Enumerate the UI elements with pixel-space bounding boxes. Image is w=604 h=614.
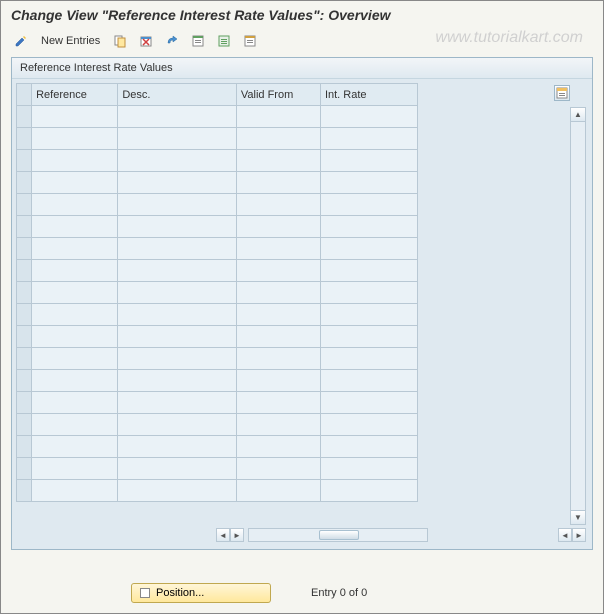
table-panel: Reference Interest Rate Values Reference… [11,57,593,550]
table-row[interactable] [17,436,418,458]
hscroll-track[interactable] [248,528,428,542]
table-row[interactable] [17,458,418,480]
table-row[interactable] [17,326,418,348]
table-row[interactable] [17,128,418,150]
scroll-right-icon[interactable]: ► [230,528,244,542]
page-title: Change View "Reference Interest Rate Val… [1,1,603,27]
undo-change-icon[interactable] [162,31,182,51]
select-all-icon[interactable] [188,31,208,51]
panel-title: Reference Interest Rate Values [12,58,592,79]
scroll-left-icon[interactable]: ◄ [216,528,230,542]
scroll-right2-icon[interactable]: ► [572,528,586,542]
table-row[interactable] [17,238,418,260]
table-row[interactable] [17,282,418,304]
watermark-text: www.tutorialkart.com [435,29,583,47]
table-row[interactable] [17,260,418,282]
select-block-icon[interactable] [214,31,234,51]
table-row[interactable] [17,194,418,216]
scroll-down-icon[interactable]: ▼ [571,510,585,524]
position-icon [140,588,150,598]
col-int-rate[interactable]: Int. Rate [320,84,417,106]
new-entries-button[interactable]: New Entries [37,35,104,47]
toggle-display-change-icon[interactable] [11,31,31,51]
toolbar: New Entries www.tutorialkart.com [1,27,603,57]
table-row[interactable] [17,106,418,128]
data-table: Reference Desc. Valid From Int. Rate [16,83,418,502]
entry-status: Entry 0 of 0 [311,587,367,599]
deselect-all-icon[interactable] [240,31,260,51]
grid-area: Reference Desc. Valid From Int. Rate [12,79,592,549]
corner-cell [17,84,32,106]
col-description[interactable]: Desc. [118,84,237,106]
table-row[interactable] [17,480,418,502]
col-reference[interactable]: Reference [32,84,118,106]
col-valid-from[interactable]: Valid From [236,84,320,106]
table-row[interactable] [17,392,418,414]
hscroll-thumb[interactable] [319,530,359,540]
copy-as-icon[interactable] [110,31,130,51]
table-settings-icon[interactable] [554,85,570,101]
vertical-scrollbar[interactable]: ▲ ▼ [570,107,586,525]
app-window: Change View "Reference Interest Rate Val… [0,0,604,614]
table-row[interactable] [17,370,418,392]
table-row[interactable] [17,150,418,172]
horizontal-scroll-area: ◄ ► ◄ ► [16,527,586,543]
table-row[interactable] [17,348,418,370]
table-row[interactable] [17,414,418,436]
table-row[interactable] [17,304,418,326]
table-row[interactable] [17,172,418,194]
delete-icon[interactable] [136,31,156,51]
scroll-up-icon[interactable]: ▲ [571,108,585,122]
footer-bar: Position... Entry 0 of 0 [1,583,603,603]
table-row[interactable] [17,216,418,238]
scroll-left2-icon[interactable]: ◄ [558,528,572,542]
position-label: Position... [156,587,204,599]
position-button[interactable]: Position... [131,583,271,603]
